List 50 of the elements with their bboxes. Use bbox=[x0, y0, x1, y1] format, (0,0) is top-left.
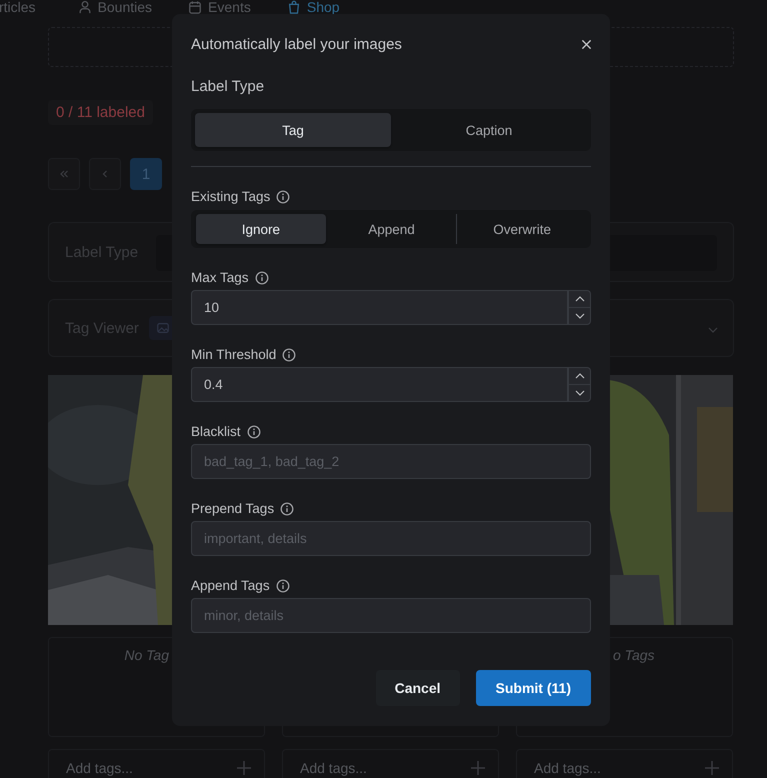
number-input[interactable]: 10 bbox=[191, 290, 568, 325]
text-input[interactable]: important, details bbox=[191, 521, 591, 556]
chevron-up-icon bbox=[574, 296, 584, 302]
increment-button[interactable] bbox=[568, 367, 591, 384]
field-label: Label Type bbox=[191, 77, 266, 97]
segment-tab[interactable]: Caption bbox=[391, 113, 587, 147]
bag-icon bbox=[286, 0, 301, 14]
field-label: Prepend Tags bbox=[191, 500, 274, 518]
info-icon[interactable] bbox=[276, 579, 290, 593]
dialog-title: Automatically label your images bbox=[191, 36, 402, 52]
double-chevron-left-icon bbox=[58, 168, 70, 180]
user-icon bbox=[78, 0, 92, 14]
field-label: Blacklist bbox=[191, 423, 241, 441]
add-tags-input[interactable]: Add tags... bbox=[48, 749, 265, 778]
segment-tab[interactable]: Ignore bbox=[196, 214, 326, 244]
submit-button[interactable]: Submit (11) bbox=[476, 670, 591, 706]
field-label: Min Threshold bbox=[191, 346, 276, 364]
info-icon[interactable] bbox=[282, 348, 296, 362]
decrement-button[interactable] bbox=[568, 384, 591, 402]
number-input[interactable]: 0.4 bbox=[191, 367, 568, 402]
field-label: Append Tags bbox=[191, 577, 270, 595]
nav-link[interactable]: Bounties bbox=[98, 0, 152, 14]
text-input[interactable]: minor, details bbox=[191, 598, 591, 633]
info-icon[interactable] bbox=[254, 271, 269, 285]
close-icon bbox=[581, 38, 592, 50]
image-icon bbox=[156, 321, 170, 335]
segment-tab[interactable]: Append bbox=[326, 214, 456, 244]
add-tags-input[interactable]: Add tags... bbox=[282, 749, 499, 778]
calendar-icon bbox=[188, 0, 202, 14]
segment-tab[interactable]: Tag bbox=[195, 113, 391, 147]
chevron-down-icon bbox=[574, 313, 584, 319]
increment-button[interactable] bbox=[568, 290, 591, 307]
nav-link[interactable]: Shop bbox=[306, 0, 340, 14]
nav-link[interactable]: rticles bbox=[0, 0, 36, 14]
info-icon[interactable] bbox=[246, 425, 261, 439]
nav-link[interactable]: Events bbox=[208, 0, 251, 14]
add-tags-input[interactable]: Add tags... bbox=[516, 749, 733, 778]
chevron-up-icon bbox=[574, 373, 584, 379]
empty-tags-text: o Tags bbox=[613, 646, 655, 664]
cancel-button[interactable]: Cancel bbox=[376, 670, 460, 706]
segment-tab[interactable]: Overwrite bbox=[457, 214, 588, 244]
info-icon[interactable] bbox=[276, 190, 290, 204]
labeled-count: 0 / 11 labeled bbox=[48, 100, 153, 125]
chevron-down-icon bbox=[574, 390, 584, 396]
field-label: Existing Tags bbox=[191, 188, 270, 206]
decrement-button[interactable] bbox=[568, 307, 591, 325]
field-label: Max Tags bbox=[191, 269, 249, 287]
info-icon[interactable] bbox=[280, 502, 294, 516]
empty-tags-text: No Tag bbox=[124, 646, 169, 664]
text-input[interactable]: bad_tag_1, bad_tag_2 bbox=[191, 444, 591, 479]
